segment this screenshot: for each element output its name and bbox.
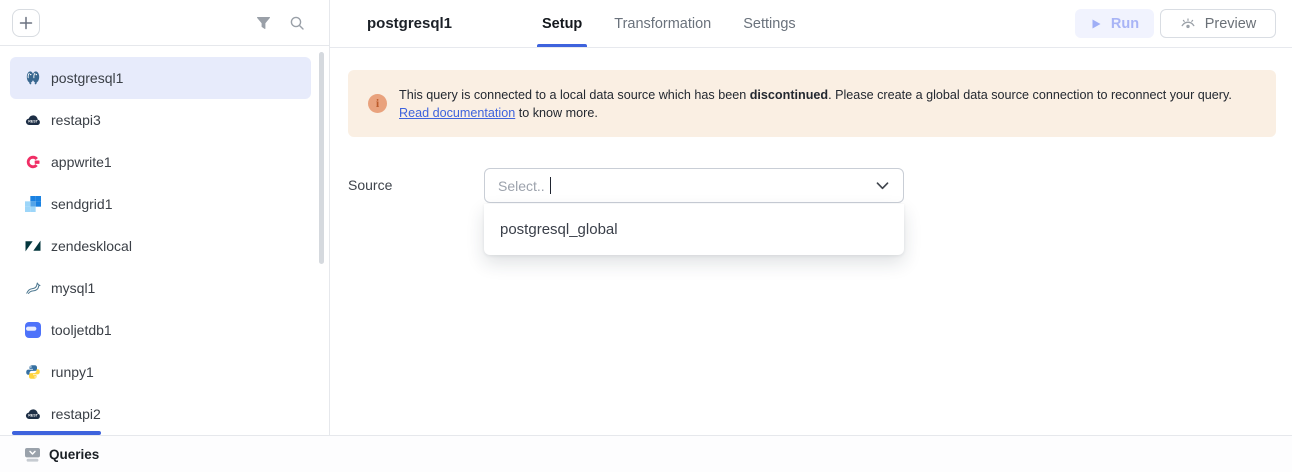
zendesk-icon [25, 238, 41, 254]
postgresql-icon [25, 70, 41, 86]
queries-panel-label[interactable]: Queries [49, 447, 99, 462]
banner-bold-text: discontinued [750, 88, 828, 102]
query-item-label: tooljetdb1 [51, 322, 112, 338]
svg-text:REST: REST [28, 414, 38, 418]
queries-panel-icon [24, 446, 41, 463]
source-field-row: Source Select.. postgresql_global [348, 168, 1276, 203]
query-title: postgresql1 [330, 0, 540, 47]
query-item-restapi3[interactable]: REST restapi3 [10, 99, 311, 141]
query-item-label: runpy1 [51, 364, 94, 380]
source-select: Select.. postgresql_global [484, 168, 904, 203]
query-item-postgresql1[interactable]: postgresql1 [10, 57, 311, 99]
banner-line-2: Read documentation to know more. [399, 106, 598, 120]
setup-tab-content: i This query is connected to a local dat… [330, 48, 1292, 435]
chevron-down-icon[interactable] [876, 182, 889, 190]
filter-queries-button[interactable] [250, 10, 276, 36]
query-item-label: restapi3 [51, 112, 101, 128]
tab-setup[interactable]: Setup [540, 0, 584, 47]
tab-transformation[interactable]: Transformation [612, 0, 713, 47]
query-editor-app: postgresql1 REST restapi3 appwrite1 [0, 0, 1292, 472]
query-item-label: mysql1 [51, 280, 95, 296]
banner-line-1: This query is connected to a local data … [399, 86, 1232, 104]
appwrite-icon [25, 154, 41, 170]
query-item-label: appwrite1 [51, 154, 112, 170]
info-icon: i [368, 94, 387, 113]
select-placeholder: Select.. [498, 178, 545, 194]
eye-icon [1180, 17, 1196, 31]
query-item-mysql1[interactable]: mysql1 [10, 267, 311, 309]
svg-text:REST: REST [28, 120, 38, 124]
mysql-icon [25, 280, 41, 296]
query-item-label: sendgrid1 [51, 196, 113, 212]
banner-text: This query is connected to a local data … [399, 86, 1232, 122]
read-documentation-link[interactable]: Read documentation [399, 106, 515, 120]
run-button-label: Run [1111, 16, 1139, 32]
query-item-label: restapi2 [51, 406, 101, 422]
add-query-button[interactable] [12, 9, 40, 37]
source-label: Source [348, 168, 484, 203]
option-postgresql-global[interactable]: postgresql_global [484, 204, 904, 255]
query-item-appwrite1[interactable]: appwrite1 [10, 141, 311, 183]
query-item-zendesklocal[interactable]: zendesklocal [10, 225, 311, 267]
query-tabs: Setup Transformation Settings [540, 0, 798, 47]
preview-button-label: Preview [1205, 16, 1257, 32]
text-cursor [550, 177, 552, 194]
queries-bottom-bar: Queries [0, 435, 1292, 472]
play-icon [1090, 18, 1102, 30]
source-dropdown-menu: postgresql_global [484, 204, 904, 255]
python-icon [25, 364, 41, 380]
sendgrid-icon [25, 196, 41, 212]
query-item-sendgrid1[interactable]: sendgrid1 [10, 183, 311, 225]
query-main-panel: postgresql1 Setup Transformation Setting… [330, 0, 1292, 435]
query-header: postgresql1 Setup Transformation Setting… [330, 0, 1292, 48]
query-item-tooljetdb1[interactable]: tooljetdb1 [10, 309, 311, 351]
rest-api-icon: REST [25, 406, 41, 422]
run-button[interactable]: Run [1075, 9, 1154, 38]
tab-settings[interactable]: Settings [741, 0, 797, 47]
header-actions: Run Preview [1075, 0, 1292, 47]
query-item-label: postgresql1 [51, 70, 123, 86]
query-item-label: zendesklocal [51, 238, 132, 254]
search-icon [289, 15, 305, 31]
query-item-restapi2[interactable]: REST restapi2 [10, 393, 311, 435]
filter-icon [256, 16, 271, 30]
source-select-input[interactable]: Select.. [484, 168, 904, 203]
search-queries-button[interactable] [284, 10, 310, 36]
preview-button[interactable]: Preview [1160, 9, 1276, 38]
sidebar-header [0, 0, 329, 46]
query-sidebar: postgresql1 REST restapi3 appwrite1 [0, 0, 330, 435]
query-item-runpy1[interactable]: runpy1 [10, 351, 311, 393]
query-list: postgresql1 REST restapi3 appwrite1 [0, 46, 329, 435]
discontinued-warning-banner: i This query is connected to a local dat… [348, 70, 1276, 137]
main-row: postgresql1 REST restapi3 appwrite1 [0, 0, 1292, 435]
rest-api-icon: REST [25, 112, 41, 128]
tooljetdb-icon [25, 322, 41, 338]
plus-icon [19, 16, 33, 30]
panel-resize-indicator[interactable] [12, 431, 101, 435]
sidebar-scrollbar[interactable] [319, 52, 324, 264]
